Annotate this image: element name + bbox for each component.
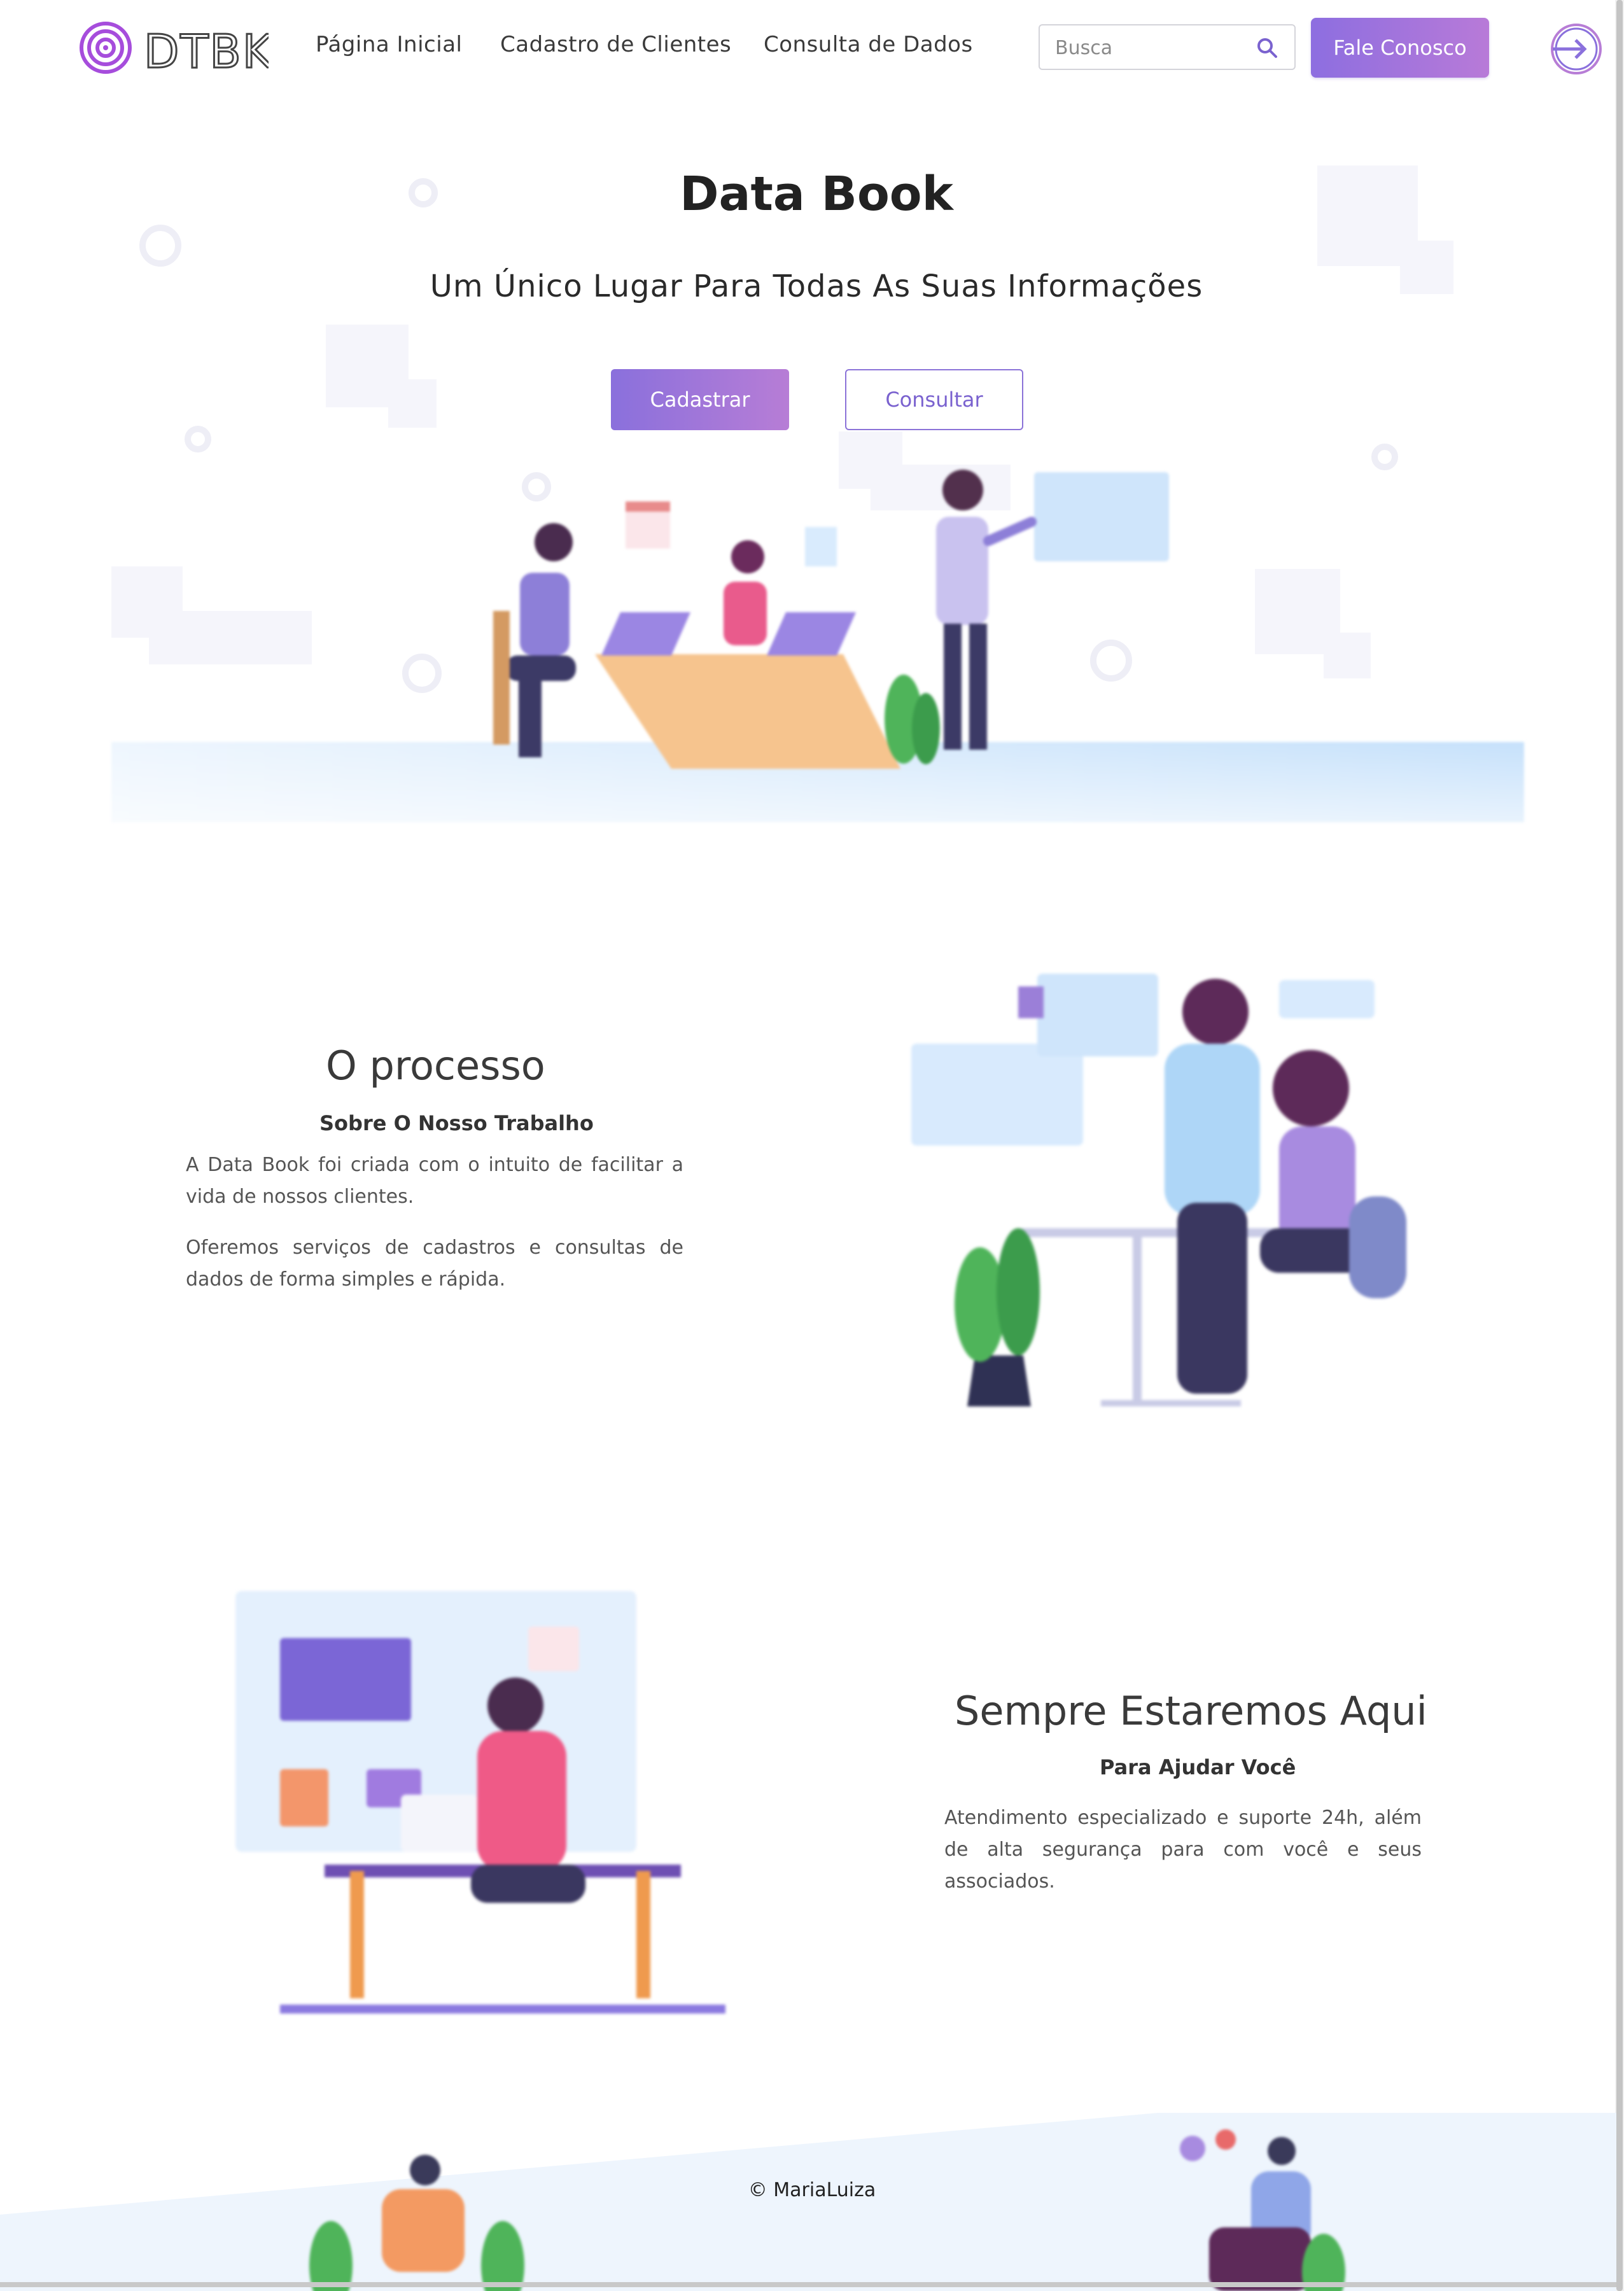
search-input[interactable] [1054,34,1247,61]
svg-text:DTBK: DTBK [144,25,269,76]
nav-client-registration[interactable]: Cadastro de Clientes [500,32,731,57]
contact-us-button[interactable]: Fale Conosco [1311,18,1489,78]
support-illustration [235,1591,725,2014]
login-arrow-icon[interactable] [1548,20,1605,78]
search-icon[interactable] [1256,37,1278,59]
nav-data-query[interactable]: Consulta de Dados [764,32,973,57]
footer-copyright: © MariaLuiza [748,2179,876,2201]
top-navbar: DTBK Página Inicial Cadastro de Clientes… [0,0,1616,95]
brand-logo[interactable]: DTBK [78,19,269,76]
nav-home[interactable]: Página Inicial [316,32,462,57]
hero-illustration [111,470,1524,822]
process-title: O processo [326,1042,545,1089]
vertical-scrollbar[interactable] [1615,0,1624,2291]
process-subtitle: Sobre O Nosso Trabalho [319,1111,594,1135]
support-title: Sempre Estaremos Aqui [955,1688,1427,1734]
search-box [1039,24,1296,70]
horizontal-scrollbar[interactable] [0,2282,1616,2287]
teamwork-illustration [911,974,1406,1406]
process-paragraph-1: A Data Book foi criada com o intuito de … [186,1154,683,1208]
support-subtitle: Para Ajudar Você [1100,1755,1296,1779]
support-paragraph: Atendimento especializado e suporte 24h,… [944,1807,1422,1893]
process-paragraph-2: Oferemos serviços de cadastros e consult… [186,1237,683,1291]
scrollbar-thumb[interactable] [1616,0,1623,2291]
